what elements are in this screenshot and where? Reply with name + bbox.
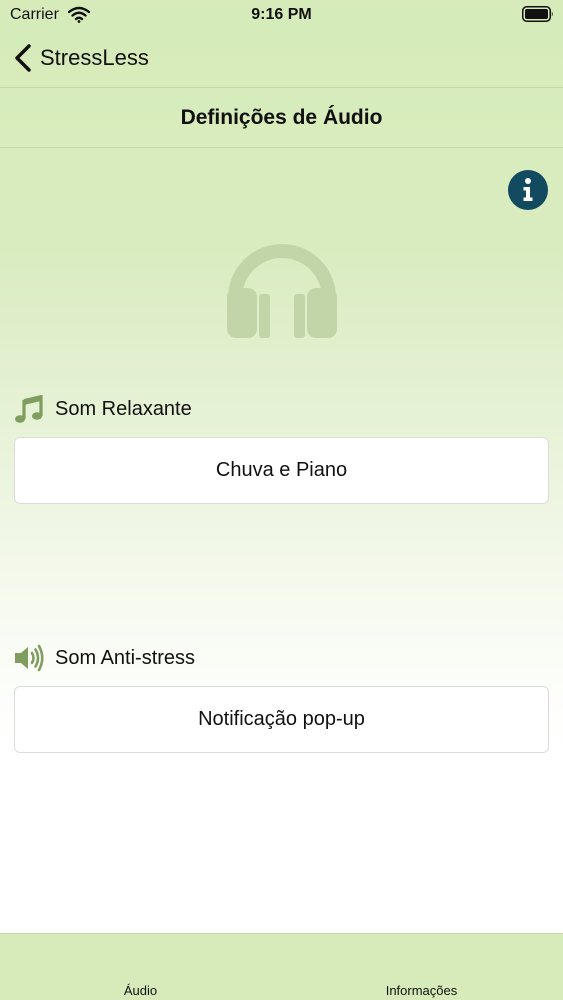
navigation-bar: StressLess bbox=[0, 30, 563, 87]
clock: 9:16 PM bbox=[251, 6, 312, 23]
info-icon bbox=[523, 178, 533, 201]
antistress-sound-select[interactable]: Notificação pop-up bbox=[14, 686, 549, 753]
relaxing-sound-label: Som Relaxante bbox=[55, 397, 192, 420]
relaxing-sound-select[interactable]: Chuva e Piano bbox=[14, 437, 549, 504]
tab-bar: Áudio Informações bbox=[0, 933, 563, 1000]
page-title: Definições de Áudio bbox=[180, 105, 383, 129]
battery-icon bbox=[522, 6, 553, 22]
tab-informacoes[interactable]: Informações bbox=[281, 934, 562, 1000]
antistress-sound-header: Som Anti-stress bbox=[14, 642, 195, 674]
chevron-left-icon bbox=[15, 44, 31, 72]
tab-audio[interactable]: Áudio bbox=[0, 934, 281, 1000]
info-button[interactable] bbox=[508, 170, 548, 210]
status-bar: Carrier 9:16 PM bbox=[0, 0, 563, 30]
title-bar: Definições de Áudio bbox=[0, 87, 563, 148]
music-note-icon bbox=[15, 395, 43, 423]
tab-informacoes-label: Informações bbox=[385, 983, 458, 998]
headphones-icon bbox=[227, 244, 337, 338]
back-button[interactable]: StressLess bbox=[14, 40, 149, 76]
speaker-icon bbox=[15, 644, 44, 672]
antistress-sound-label: Som Anti-stress bbox=[55, 646, 196, 669]
back-label: StressLess bbox=[40, 45, 149, 70]
tab-audio-label: Áudio bbox=[123, 983, 158, 998]
relaxing-sound-header: Som Relaxante bbox=[14, 393, 192, 425]
